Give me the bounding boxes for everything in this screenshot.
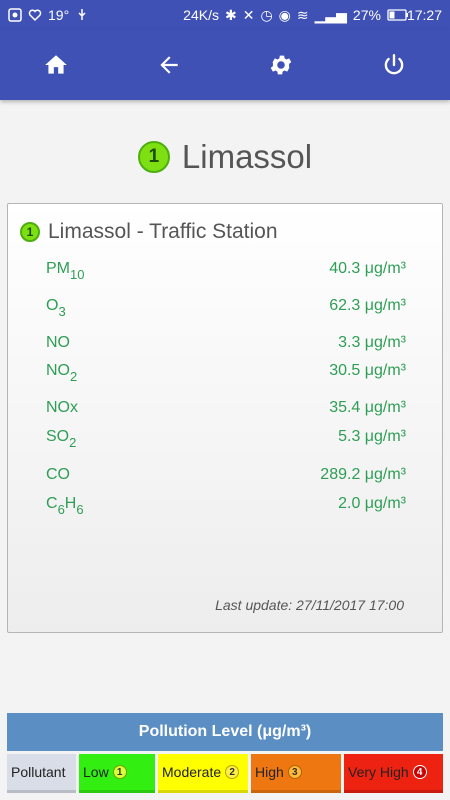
signal-strength-icon: ▁▃▅ [314,6,347,23]
legend-cells: Pollutant Low 1 Moderate 2 High 3 Very H… [7,754,443,793]
legend-title: Pollution Level (μg/m³) [7,713,443,751]
pollutant-value: 3.3 μg/m³ [338,334,406,351]
heart-health-icon [28,8,42,22]
usb-debug-icon [75,8,89,22]
settings-button[interactable] [225,30,338,100]
city-heading: 1 Limassol [0,135,450,179]
clock-text: 17:27 [406,7,442,23]
home-icon [45,55,68,74]
back-arrow-icon [160,56,178,74]
pollutant-name: NOx [46,399,78,416]
wifi-icon: ≋ [296,6,309,23]
last-update-text: Last update: 27/11/2017 17:00 [215,597,404,613]
battery-percent-text: 27% [352,7,381,23]
pollution-legend: Pollution Level (μg/m³) Pollutant Low 1 … [7,713,443,793]
mute-icon: ✕ [242,6,255,23]
pollutant-name: NO2 [46,362,78,384]
pollutant-list: PM10 40.3 μg/m³ O3 62.3 μg/m³ NO 3.3 μg/… [46,259,406,531]
pollutant-name: CO [46,466,70,483]
pollutant-value: 5.3 μg/m³ [338,428,406,445]
pollutant-row: SO2 5.3 μg/m³ [46,427,406,465]
legend-label: Moderate [162,764,222,780]
back-button[interactable] [113,30,226,100]
station-card: 1 Limassol - Traffic Station PM10 40.3 μ… [7,203,443,633]
legend-cell-moderate: Moderate 2 [158,754,248,793]
pollutant-name: PM10 [46,260,85,282]
temperature-text: 19° [48,7,70,23]
app-notification-icon [8,8,22,22]
pollutant-value: 40.3 μg/m³ [329,260,406,277]
city-pollution-level-badge: 1 [137,141,170,173]
home-button[interactable] [0,30,113,100]
city-name: Limassol [181,138,313,175]
legend-label: Very High [348,764,409,780]
pollutant-row: NO2 30.5 μg/m³ [46,361,406,398]
level-1-badge: 1 [112,765,127,779]
pollutant-value: 62.3 μg/m³ [329,297,406,314]
level-4-badge: 4 [412,765,427,779]
level-2-badge: 2 [225,765,240,779]
legend-cell-low: Low 1 [79,754,155,793]
legend-cell-very-high: Very High 4 [344,754,443,793]
pollutant-row: CO 289.2 μg/m³ [46,465,406,494]
pollutant-name: C6H6 [46,495,84,517]
station-pollution-level-badge: 1 [20,222,40,242]
level-3-badge: 3 [287,765,302,779]
pollutant-value: 30.5 μg/m³ [329,362,406,379]
bluetooth-icon: ✱ [224,6,237,23]
legend-label: Pollutant [11,764,66,780]
app-toolbar [0,30,450,100]
pollutant-row: O3 62.3 μg/m³ [46,296,406,333]
legend-cell-pollutant: Pollutant [7,754,76,793]
settings-gear-icon [270,55,292,75]
station-title: 1 Limassol - Traffic Station [20,220,278,244]
station-name: Limassol - Traffic Station [48,220,278,243]
pollutant-row: NO 3.3 μg/m³ [46,333,406,361]
pollutant-value: 289.2 μg/m³ [320,466,406,483]
network-speed-text: 24K/s [183,7,219,23]
pollutant-name: NO [46,334,70,351]
pollutant-name: SO2 [46,428,77,450]
status-bar: 19° 24K/s ✱ ✕ ◷ ◉ ≋ ▁▃▅ 27% 17:27 [0,0,450,30]
power-button[interactable] [338,30,450,100]
power-icon [384,54,404,75]
alarm-clock-icon: ◷ [260,6,273,23]
legend-label: Low [83,764,109,780]
pollutant-row: C6H6 2.0 μg/m³ [46,494,406,531]
legend-label: High [255,764,284,780]
eye-comfort-icon: ◉ [278,6,291,23]
battery-icon [387,8,408,22]
pollutant-row: NOx 35.4 μg/m³ [46,398,406,427]
pollutant-row: PM10 40.3 μg/m³ [46,259,406,296]
legend-cell-high: High 3 [251,754,341,793]
pollutant-value: 35.4 μg/m³ [329,399,406,416]
pollutant-value: 2.0 μg/m³ [338,495,406,512]
pollutant-name: O3 [46,297,66,319]
